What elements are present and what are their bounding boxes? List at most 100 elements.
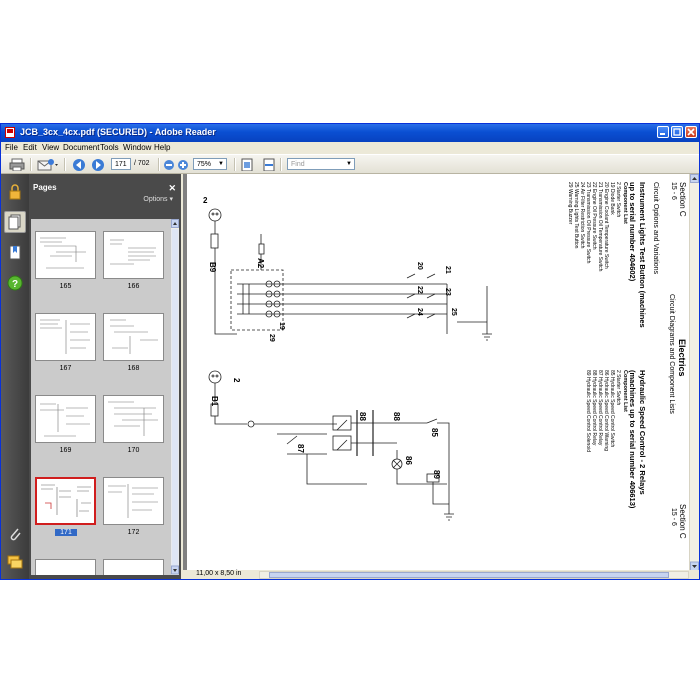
menu-edit[interactable]: Edit [23, 143, 37, 152]
pages-panel: Pages ✕ Options ▾ 165 166 167 168 169 17… [29, 174, 181, 579]
chevron-down-icon: ▼ [218, 161, 224, 167]
thumbnail-label: 172 [127, 529, 140, 536]
find-input[interactable]: Find ▼ [287, 158, 355, 170]
callout: 24 [416, 308, 423, 316]
pages-panel-button[interactable] [4, 211, 26, 233]
menu-document[interactable]: Document [63, 143, 99, 152]
page-size: 11,00 x 8,50 in [196, 570, 242, 577]
document-vertical-scrollbar[interactable] [689, 174, 699, 572]
options-menu[interactable]: Options ▾ [143, 195, 173, 203]
page-thumbnail[interactable] [103, 559, 164, 575]
zoom-in-icon[interactable] [177, 158, 189, 171]
svg-text:?: ? [12, 279, 18, 290]
left-component-item: 2 Starter Switch [615, 182, 621, 218]
pages-icon [8, 214, 21, 230]
horizontal-scroll-thumb[interactable] [269, 572, 669, 578]
thumbnail-label: 170 [127, 447, 140, 454]
circuit-options-title: Circuit Options and Variations [652, 182, 659, 275]
minimize-button[interactable] [657, 126, 669, 138]
page-total: / 702 [134, 160, 150, 167]
callout: 29 [268, 334, 275, 342]
page-thumbnail[interactable] [103, 477, 164, 525]
menu-view[interactable]: View [42, 143, 59, 152]
attachments-icon[interactable] [7, 526, 23, 542]
zoom-select[interactable]: 75% ▼ [193, 158, 227, 170]
find-placeholder: Find [291, 161, 305, 168]
lock-icon[interactable] [7, 184, 23, 200]
callout: 87 [296, 444, 305, 453]
zoom-out-icon[interactable] [163, 158, 175, 171]
close-icon[interactable]: ✕ [168, 183, 176, 194]
callout: 2 [232, 378, 241, 383]
window-title: JCB_3cx_4cx.pdf (SECURED) - Adobe Reader [20, 127, 216, 137]
status-bar: 11,00 x 8,50 in [183, 570, 699, 579]
page-thumbnail[interactable] [35, 559, 96, 575]
page-thumbnail[interactable] [103, 231, 164, 279]
zoom-value: 75% [197, 161, 212, 168]
right-component-list-title: Component List [622, 370, 628, 412]
thumbnail-list: 165 166 167 168 169 170 171 172 [31, 219, 171, 575]
callout: 20 [416, 262, 423, 270]
menu-window[interactable]: Window [123, 143, 151, 152]
callout: 86 [404, 456, 413, 465]
page-thumbnail[interactable] [103, 395, 164, 443]
comments-icon[interactable] [7, 554, 23, 570]
page-thumbnail[interactable] [35, 231, 96, 279]
callout: 19 [278, 322, 285, 330]
page-subheading: Circuit Diagrams and Component Lists [668, 294, 675, 414]
page-reference-bottom: 15 - 6 [670, 508, 677, 526]
page-heading: Electrics [677, 339, 687, 377]
pages-panel-title: Pages [33, 183, 57, 192]
page-thumbnail[interactable] [35, 395, 96, 443]
right-diagram-title-1: Hydraulic Speed Control - 2 Relays [638, 370, 647, 495]
callout: 88 [392, 412, 401, 421]
page-number-input[interactable]: 171 [111, 158, 131, 170]
pages-panel-header: Pages ✕ [29, 174, 181, 193]
fit-page-icon[interactable] [241, 158, 253, 171]
menu-file[interactable]: File [5, 143, 18, 152]
right-component-item: 88 Hydraulic Speed Control Relay [591, 370, 597, 446]
left-component-item: 19 Diode Bank [609, 182, 615, 215]
right-component-item: 86 Hydraulic Speed Control Warning [603, 370, 609, 451]
callout: B9 [208, 262, 217, 273]
callout: 2 [203, 196, 208, 205]
callout: A2 [256, 258, 265, 269]
document-horizontal-scrollbar[interactable] [259, 571, 689, 579]
callout: 89 [432, 470, 441, 479]
callout: 21 [444, 266, 451, 274]
menu-help[interactable]: Help [154, 143, 170, 152]
bookmarks-icon[interactable] [7, 245, 23, 261]
left-diagram-title-2: up to serial number 404602) [628, 182, 637, 282]
left-component-item: 25 Warning Lights Test Button [573, 182, 579, 249]
previous-page-icon[interactable] [72, 158, 86, 171]
title-bar[interactable]: JCB_3cx_4cx.pdf (SECURED) - Adobe Reader [1, 124, 699, 142]
page-thumbnail[interactable] [35, 313, 96, 361]
thumbnail-label: 168 [127, 365, 140, 372]
email-icon[interactable] [37, 158, 59, 171]
callout: B1 [210, 396, 219, 407]
close-button[interactable] [685, 126, 697, 138]
callout: 85 [430, 428, 439, 437]
left-component-item: 29 Warning Buzzer [567, 182, 573, 225]
page-thumbnail[interactable] [103, 313, 164, 361]
help-icon[interactable]: ? [7, 275, 23, 291]
print-icon[interactable] [9, 158, 25, 171]
menu-bar: File Edit View Document Tools Window Hel… [1, 142, 699, 154]
maximize-button[interactable] [671, 126, 683, 138]
callout: 25 [450, 308, 457, 316]
pdf-page: Section C 15 - 6 Section C 15 - 6 Electr… [187, 174, 689, 572]
menu-tools[interactable]: Tools [100, 143, 119, 152]
document-view[interactable]: Section C 15 - 6 Section C 15 - 6 Electr… [183, 174, 689, 572]
left-component-item: 20 Engine Coolant Temperature Switch [603, 182, 609, 269]
fit-width-icon[interactable] [263, 158, 275, 171]
page-thumbnail-selected[interactable] [35, 477, 96, 525]
callout: 23 [444, 288, 451, 296]
thumbnail-scrollbar[interactable] [171, 219, 179, 575]
left-component-item: 23 Transmission Oil Pressure Switch [585, 182, 591, 264]
options-label: Options [143, 196, 168, 203]
callout: 88 [358, 412, 367, 421]
next-page-icon[interactable] [91, 158, 105, 171]
section-label: Section C [678, 182, 687, 217]
thumbnail-label: 167 [59, 365, 72, 372]
thumbnail-label-selected: 171 [55, 529, 77, 536]
